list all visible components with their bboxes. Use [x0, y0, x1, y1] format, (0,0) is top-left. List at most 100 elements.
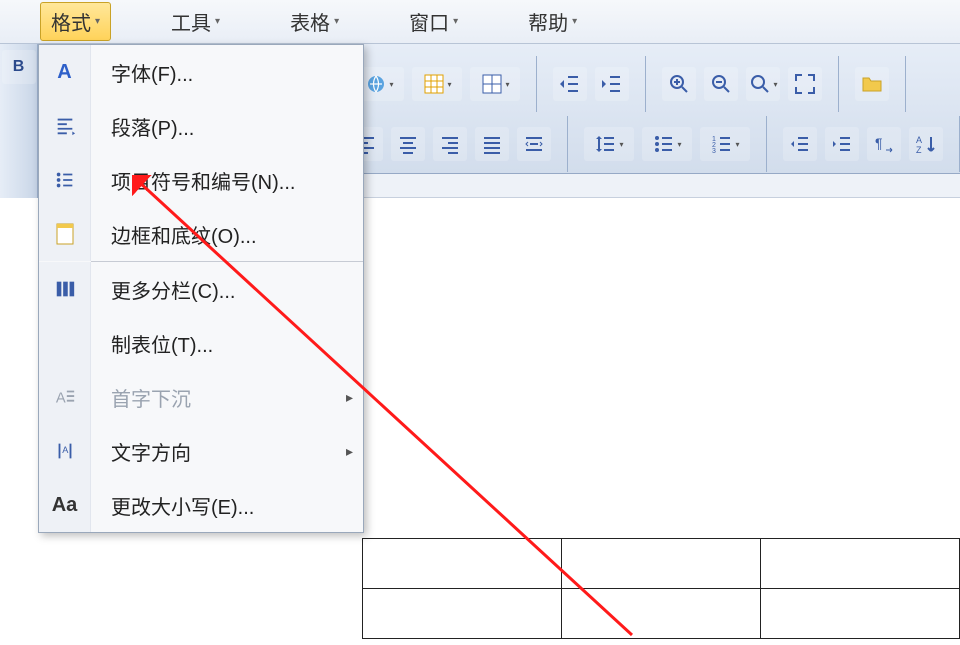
zoom-out-button[interactable]: [704, 67, 738, 101]
folder-open-button[interactable]: [855, 67, 889, 101]
menu-item-columns[interactable]: 更多分栏(C)...: [39, 262, 363, 316]
numbering-button[interactable]: 123▾: [700, 127, 750, 161]
text-dir-icon: ¶: [872, 132, 896, 156]
align-center-button[interactable]: [391, 127, 425, 161]
bullets-button[interactable]: ▾: [642, 127, 692, 161]
blank-icon: [39, 316, 91, 370]
columns-icon: [39, 262, 91, 316]
menu-item-tabs[interactable]: 制表位(T)...: [39, 316, 363, 370]
folder-icon: [860, 72, 884, 96]
menu-help-label: 帮助: [528, 7, 568, 36]
table-cell[interactable]: [761, 589, 960, 639]
insert-cells-button[interactable]: ▾: [470, 67, 520, 101]
paragraph-icon: [39, 99, 91, 153]
menu-item-label: 更多分栏(C)...: [91, 275, 353, 304]
menu-item-dropcap: A 首字下沉 ▸: [39, 370, 363, 424]
table-grid-icon: [422, 72, 446, 96]
line-spacing-button[interactable]: ▾: [584, 127, 634, 161]
increase-indent-icon: [830, 132, 854, 156]
zoom-in-button[interactable]: [662, 67, 696, 101]
zoom-button[interactable]: ▾: [746, 67, 780, 101]
text-direction-icon: A: [39, 424, 91, 478]
fullscreen-icon: [793, 72, 817, 96]
indent-icon: [600, 72, 624, 96]
menu-item-label: 文字方向: [91, 437, 346, 466]
menu-help[interactable]: 帮助 ▾: [518, 3, 587, 40]
sort-az-icon: AZ: [914, 132, 938, 156]
menu-item-font[interactable]: A 字体(F)...: [39, 45, 363, 99]
font-icon: A: [39, 45, 91, 99]
menu-item-paragraph[interactable]: 段落(P)...: [39, 99, 363, 153]
fullscreen-button[interactable]: [788, 67, 822, 101]
svg-text:A: A: [55, 391, 65, 407]
menu-window-label: 窗口: [409, 7, 449, 36]
chevron-down-icon: ▾: [572, 16, 577, 27]
menu-tools[interactable]: 工具 ▾: [161, 3, 230, 40]
svg-text:A: A: [62, 445, 69, 455]
table-cell[interactable]: [562, 539, 761, 589]
svg-text:¶: ¶: [875, 135, 883, 151]
outdent-button[interactable]: [553, 67, 587, 101]
menu-table-label: 表格: [290, 7, 330, 36]
table-cell[interactable]: [562, 589, 761, 639]
menu-item-label: 字体(F)...: [91, 58, 353, 87]
zoom-in-icon: [667, 72, 691, 96]
chevron-down-icon: ▾: [95, 16, 100, 27]
menu-item-textdir[interactable]: A 文字方向 ▸: [39, 424, 363, 478]
svg-text:Z: Z: [916, 145, 922, 155]
chevron-down-icon: ▾: [215, 16, 220, 27]
insert-table-button[interactable]: ▾: [412, 67, 462, 101]
dropcap-icon: A: [39, 370, 91, 424]
menu-item-label: 首字下沉: [91, 383, 346, 412]
document-table[interactable]: [362, 538, 960, 639]
menu-item-label: 项目符号和编号(N)...: [91, 166, 353, 195]
menu-window[interactable]: 窗口 ▾: [399, 3, 468, 40]
chevron-down-icon: ▾: [334, 16, 339, 27]
numbered-list-icon: 123: [710, 132, 734, 156]
page-border-icon: [39, 207, 91, 261]
submenu-arrow-icon: ▸: [346, 389, 353, 406]
distribute-button[interactable]: [517, 127, 551, 161]
grid-icon: [480, 72, 504, 96]
sort-button[interactable]: AZ: [909, 127, 943, 161]
change-case-icon: Aa: [39, 478, 91, 532]
list-icon: [39, 153, 91, 207]
table-cell[interactable]: [363, 589, 562, 639]
format-dropdown: A 字体(F)... 段落(P)... 项目符号和编号(N)... 边框和底纹(…: [38, 44, 364, 533]
outdent-icon: [558, 72, 582, 96]
indent-button[interactable]: [595, 67, 629, 101]
bold-button[interactable]: B: [2, 50, 36, 84]
table-cell[interactable]: [363, 539, 562, 589]
menu-item-label: 更改大小写(E)...: [91, 491, 353, 520]
decrease-indent-icon: [788, 132, 812, 156]
bullet-list-icon: [652, 132, 676, 156]
svg-text:A: A: [916, 135, 922, 145]
align-center-icon: [396, 132, 420, 156]
menu-bar: 格式 ▾ 工具 ▾ 表格 ▾ 窗口 ▾ 帮助 ▾: [0, 0, 960, 44]
align-justify-icon: [480, 132, 504, 156]
chevron-down-icon: ▾: [453, 16, 458, 27]
menu-item-label: 边框和底纹(O)...: [91, 220, 353, 249]
menu-table[interactable]: 表格 ▾: [280, 3, 349, 40]
menu-tools-label: 工具: [171, 7, 211, 36]
menu-item-label: 制表位(T)...: [91, 329, 353, 358]
menu-item-bullets[interactable]: 项目符号和编号(N)...: [39, 153, 363, 207]
increase-indent-button[interactable]: [825, 127, 859, 161]
align-right-button[interactable]: [433, 127, 467, 161]
menu-item-borders[interactable]: 边框和底纹(O)...: [39, 207, 363, 261]
menu-item-label: 段落(P)...: [91, 112, 353, 141]
decrease-indent-button[interactable]: [783, 127, 817, 161]
magnifier-icon: [748, 72, 772, 96]
link-icon: [364, 72, 388, 96]
align-right-icon: [438, 132, 462, 156]
svg-text:3: 3: [712, 148, 716, 155]
distribute-icon: [522, 132, 546, 156]
menu-format[interactable]: 格式 ▾: [40, 2, 111, 41]
zoom-out-icon: [709, 72, 733, 96]
justify-button[interactable]: [475, 127, 509, 161]
menu-format-label: 格式: [51, 7, 91, 36]
table-cell[interactable]: [761, 539, 960, 589]
text-direction-button[interactable]: ¶: [867, 127, 901, 161]
submenu-arrow-icon: ▸: [346, 443, 353, 460]
menu-item-changecase[interactable]: Aa 更改大小写(E)...: [39, 478, 363, 532]
